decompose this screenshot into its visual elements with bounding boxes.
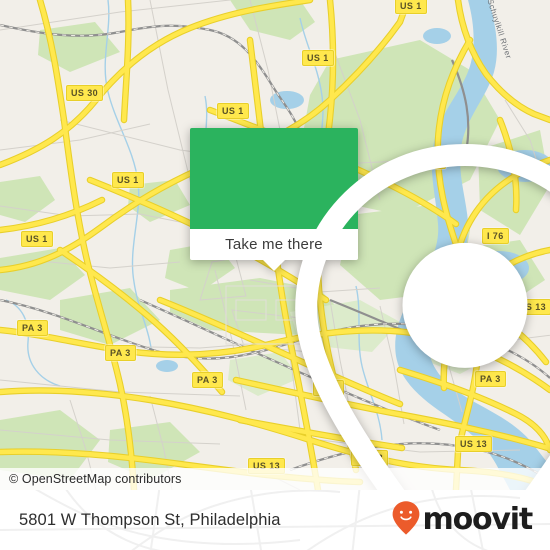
take-me-there-label: Take me there <box>225 236 323 253</box>
moovit-map-screenshot: Schuylkill River US 1 US 1 US 30 US 1 I … <box>0 0 550 550</box>
map-attribution[interactable]: © OpenStreetMap contributors <box>0 468 550 490</box>
map-canvas[interactable]: Schuylkill River US 1 US 1 US 30 US 1 I … <box>0 0 550 490</box>
highway-shield[interactable]: US 30 <box>66 85 104 101</box>
moovit-wordmark: moovit <box>422 502 534 537</box>
attribution-text: © OpenStreetMap contributors <box>9 472 182 486</box>
address-label: 5801 W Thompson St, Philadelphia <box>19 510 281 529</box>
moovit-logo[interactable]: moovit <box>391 500 534 541</box>
highway-shield[interactable]: PA 3 <box>105 345 136 361</box>
take-me-there-button[interactable]: Take me there <box>190 229 358 271</box>
moovit-pin-icon <box>391 500 421 541</box>
highway-shield[interactable]: US 1 <box>21 231 53 247</box>
callout-tail <box>263 260 285 271</box>
callout-icon-area <box>190 128 550 490</box>
footer-bar: 5801 W Thompson St, Philadelphia moovit <box>0 490 550 550</box>
highway-shield[interactable]: US 1 <box>112 172 144 188</box>
location-callout-card[interactable]: Take me there <box>190 128 550 490</box>
highway-shield[interactable]: US 1 <box>395 0 427 14</box>
highway-shield[interactable]: US 1 <box>302 50 334 66</box>
highway-shield[interactable]: PA 3 <box>17 320 48 336</box>
highway-shield[interactable]: US 1 <box>217 103 249 119</box>
